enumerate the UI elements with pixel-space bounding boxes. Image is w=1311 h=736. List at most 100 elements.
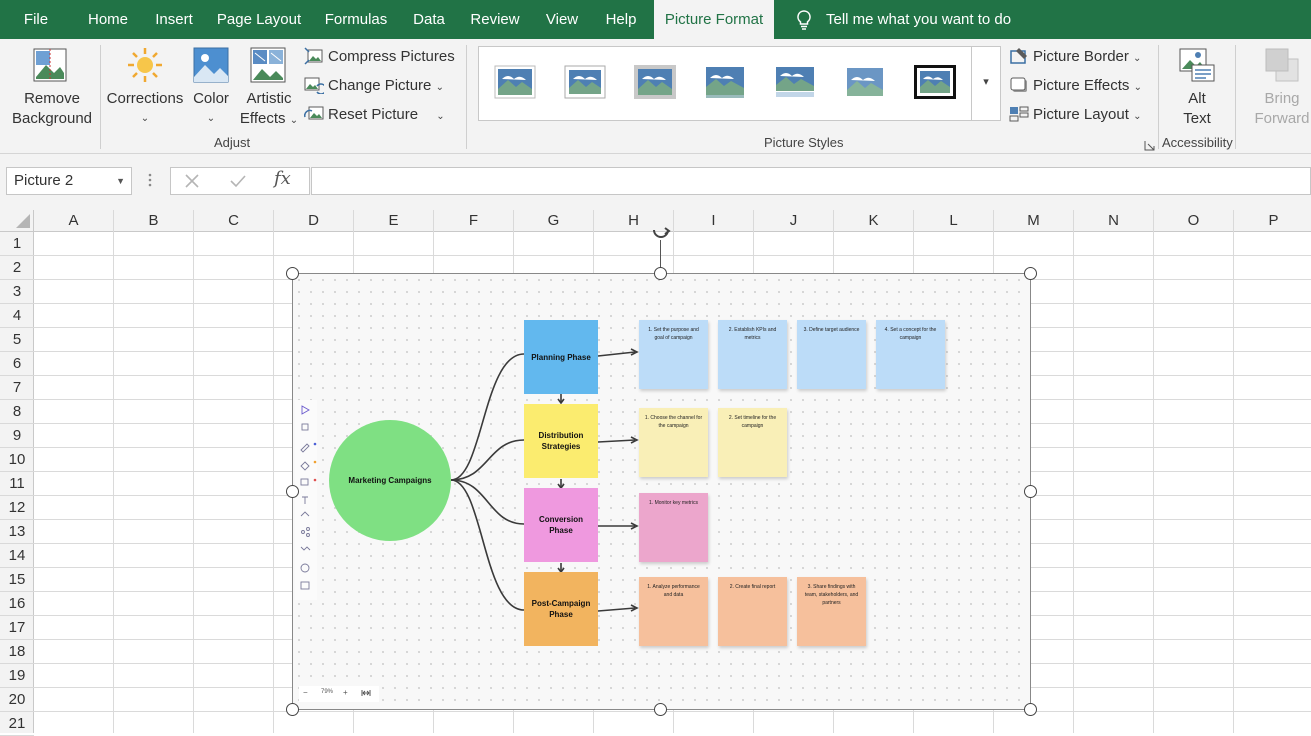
row-header[interactable]: 4 — [0, 304, 34, 328]
more-options-icon[interactable] — [146, 170, 154, 190]
column-header[interactable]: B — [114, 210, 194, 232]
tab-file[interactable]: File — [14, 0, 58, 39]
column-header[interactable]: I — [674, 210, 754, 232]
row-header[interactable]: 3 — [0, 280, 34, 304]
row-header[interactable]: 21 — [0, 712, 34, 736]
select-all-button[interactable] — [0, 210, 34, 232]
row-header[interactable]: 20 — [0, 688, 34, 712]
remove-background-icon[interactable] — [32, 47, 68, 83]
alt-text-button[interactable]: Alt Text — [1170, 89, 1224, 129]
change-picture-button[interactable]: Change Picture ⌄ — [328, 76, 444, 98]
color-button[interactable]: Color ⌄ — [188, 89, 234, 129]
reset-picture-icon[interactable] — [304, 105, 324, 123]
artistic-effects-icon[interactable] — [250, 47, 286, 83]
picture-style-thumbnail[interactable] — [914, 65, 956, 99]
picture-style-thumbnail[interactable] — [564, 65, 606, 99]
column-header[interactable]: G — [514, 210, 594, 232]
dialog-launcher-icon[interactable] — [1144, 138, 1155, 151]
picture-layout-icon[interactable] — [1009, 105, 1029, 123]
resize-handle-bottom-right[interactable] — [1024, 703, 1037, 716]
picture-layout-button[interactable]: Picture Layout ⌄ — [1033, 105, 1141, 127]
column-header[interactable]: E — [354, 210, 434, 232]
row-header[interactable]: 16 — [0, 592, 34, 616]
change-picture-icon[interactable] — [304, 76, 327, 95]
alt-text-icon[interactable] — [1178, 47, 1216, 83]
column-header[interactable]: O — [1154, 210, 1234, 232]
column-header[interactable]: C — [194, 210, 274, 232]
column-header[interactable]: P — [1234, 210, 1311, 232]
enter-check-icon[interactable] — [229, 173, 247, 189]
resize-handle-bottom-left[interactable] — [286, 703, 299, 716]
row-header[interactable]: 10 — [0, 448, 34, 472]
column-header[interactable]: A — [34, 210, 114, 232]
tab-help[interactable]: Help — [596, 0, 646, 39]
tab-review[interactable]: Review — [462, 0, 528, 39]
row-header[interactable]: 8 — [0, 400, 34, 424]
picture-styles-more-button[interactable]: ▾ — [971, 46, 1001, 121]
remove-background-button[interactable]: Remove Background — [8, 89, 96, 129]
bring-forward-button[interactable]: Bring Forward — [1244, 89, 1311, 129]
picture-style-thumbnail[interactable] — [634, 65, 676, 99]
cancel-icon[interactable] — [184, 173, 200, 189]
column-header[interactable]: D — [274, 210, 354, 232]
picture-style-thumbnail[interactable] — [774, 65, 816, 99]
tab-formulas[interactable]: Formulas — [316, 0, 396, 39]
row-header[interactable]: 17 — [0, 616, 34, 640]
insert-function-button[interactable]: fx — [274, 168, 291, 189]
reset-picture-button[interactable]: Reset Picture ⌄ — [328, 105, 445, 127]
column-header[interactable]: M — [994, 210, 1074, 232]
picture-border-icon[interactable] — [1009, 47, 1029, 65]
sun-icon[interactable] — [127, 47, 163, 83]
row-header[interactable]: 13 — [0, 520, 34, 544]
tab-home[interactable]: Home — [78, 0, 138, 39]
formula-input[interactable] — [311, 167, 1311, 195]
row-header[interactable]: 2 — [0, 256, 34, 280]
name-box[interactable]: Picture 2 ▼ — [6, 167, 132, 195]
resize-handle-top[interactable] — [654, 267, 667, 280]
selected-picture[interactable]: Marketing Campaigns Planning Phase Distr… — [292, 273, 1031, 710]
row-header[interactable]: 7 — [0, 376, 34, 400]
picture-style-thumbnail[interactable] — [844, 65, 886, 99]
compress-pictures-button[interactable]: Compress Pictures — [328, 47, 455, 67]
artistic-effects-button[interactable]: Artistic Effects ⌄ — [238, 89, 300, 131]
resize-handle-right[interactable] — [1024, 485, 1037, 498]
column-header[interactable]: L — [914, 210, 994, 232]
picture-border-button[interactable]: Picture Border ⌄ — [1033, 47, 1141, 69]
row-header[interactable]: 5 — [0, 328, 34, 352]
row-header[interactable]: 15 — [0, 568, 34, 592]
row-header[interactable]: 11 — [0, 472, 34, 496]
chevron-down-icon[interactable]: ▼ — [116, 168, 125, 194]
resize-handle-left[interactable] — [286, 485, 299, 498]
resize-handle-top-right[interactable] — [1024, 267, 1037, 280]
tab-insert[interactable]: Insert — [146, 0, 202, 39]
bring-forward-icon[interactable] — [1264, 47, 1300, 83]
tab-page-layout[interactable]: Page Layout — [210, 0, 308, 39]
resize-handle-top-left[interactable] — [286, 267, 299, 280]
corrections-button[interactable]: Corrections ⌄ — [104, 89, 186, 129]
tab-view[interactable]: View — [536, 0, 588, 39]
tab-picture-format[interactable]: Picture Format — [654, 0, 774, 39]
resize-handle-bottom[interactable] — [654, 703, 667, 716]
column-header[interactable]: K — [834, 210, 914, 232]
row-header[interactable]: 9 — [0, 424, 34, 448]
picture-style-thumbnail[interactable] — [494, 65, 536, 99]
picture-style-thumbnail[interactable] — [704, 65, 746, 99]
row-header[interactable]: 18 — [0, 640, 34, 664]
row-header[interactable]: 1 — [0, 232, 34, 256]
picture-effects-button[interactable]: Picture Effects ⌄ — [1033, 76, 1142, 98]
picture-effects-icon[interactable] — [1009, 76, 1029, 94]
column-header[interactable]: N — [1074, 210, 1154, 232]
tab-data[interactable]: Data — [404, 0, 454, 39]
row-header[interactable]: 6 — [0, 352, 34, 376]
sticky-note: 3. Define target audience — [797, 320, 866, 389]
row-header[interactable]: 14 — [0, 544, 34, 568]
lightbulb-icon[interactable] — [794, 9, 814, 31]
column-header[interactable]: J — [754, 210, 834, 232]
rotate-handle-icon[interactable] — [650, 226, 672, 244]
row-header[interactable]: 19 — [0, 664, 34, 688]
row-header[interactable]: 12 — [0, 496, 34, 520]
compress-pictures-icon[interactable] — [304, 47, 324, 65]
column-header[interactable]: F — [434, 210, 514, 232]
tell-me-search[interactable]: Tell me what you want to do — [826, 0, 1026, 39]
picture-color-icon[interactable] — [193, 47, 229, 83]
